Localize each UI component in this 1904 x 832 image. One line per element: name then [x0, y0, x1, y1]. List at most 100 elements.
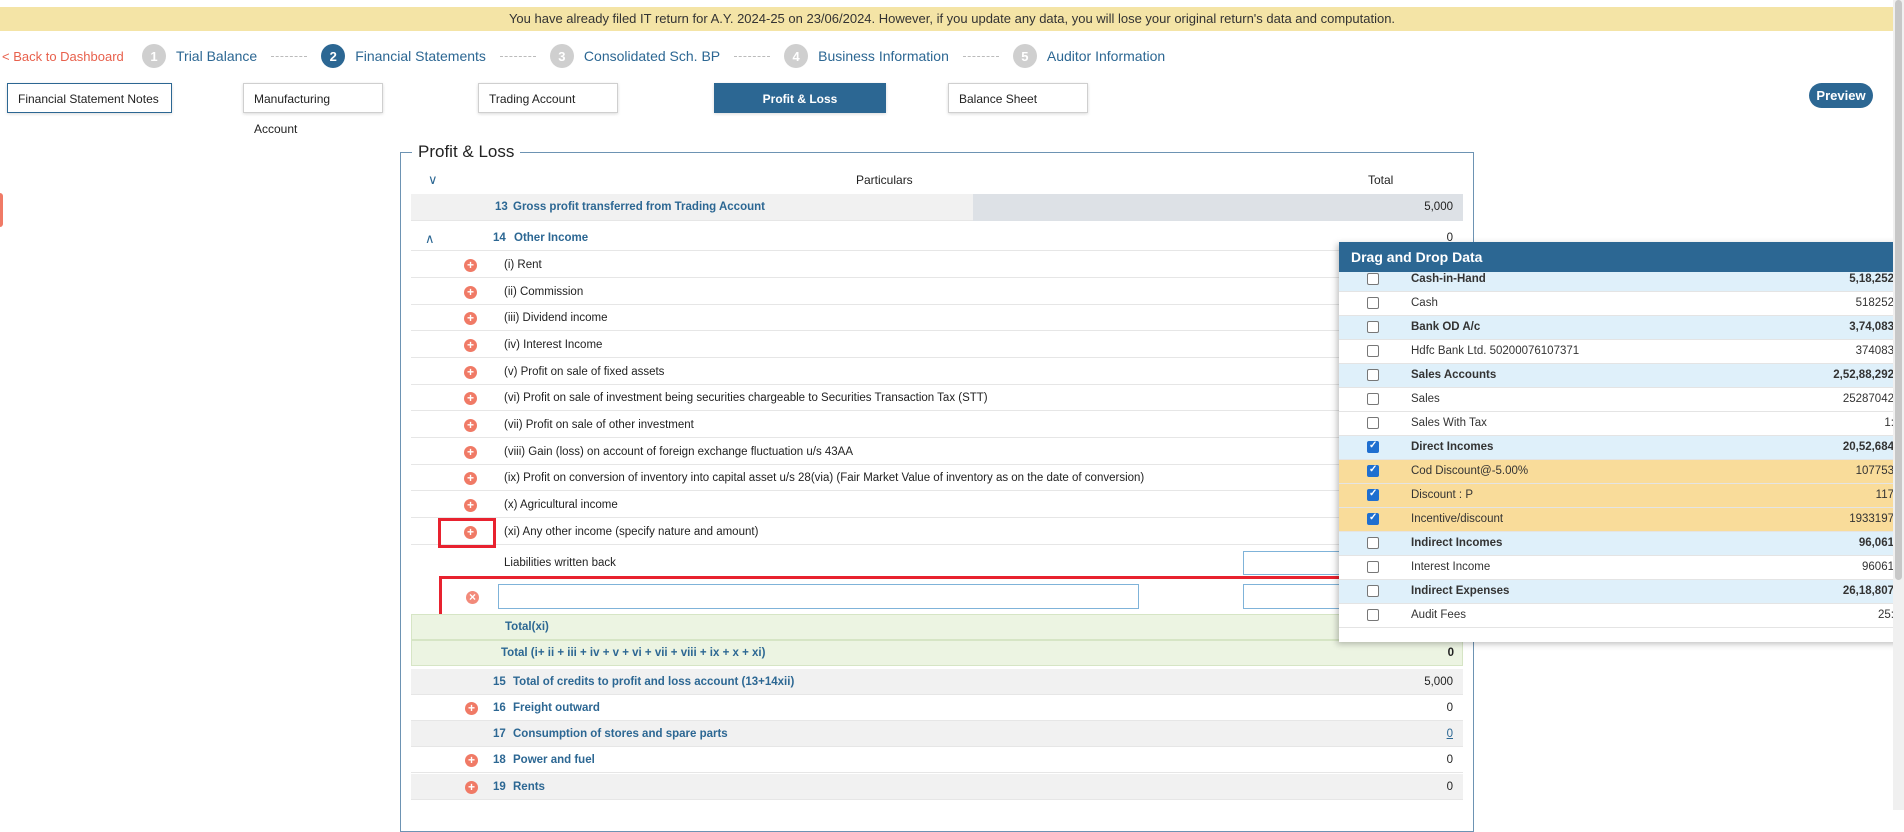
total-xi-label: Total(xi): [505, 621, 549, 633]
item-value: 25287042: [1842, 393, 1894, 405]
row-number: 16: [493, 702, 506, 714]
list-item[interactable]: Sales Accounts 2,52,88,292: [1339, 364, 1904, 388]
item-label: Audit Fees: [1411, 609, 1466, 621]
preview-button[interactable]: Preview: [1809, 83, 1873, 108]
item-value: 25:: [1878, 609, 1894, 621]
add-icon[interactable]: +: [464, 339, 477, 352]
tab-balance-sheet[interactable]: Balance Sheet: [948, 83, 1088, 113]
list-item[interactable]: Indirect Incomes 96,061: [1339, 532, 1904, 556]
add-icon[interactable]: +: [465, 754, 478, 767]
add-icon[interactable]: +: [464, 499, 477, 512]
drag-drop-panel[interactable]: Drag and Drop Data Cash-in-Hand 5,18,252 …: [1339, 242, 1904, 642]
list-item[interactable]: Indirect Expenses 26,18,807: [1339, 580, 1904, 604]
list-item[interactable]: Audit Fees 25:: [1339, 604, 1904, 628]
row-checkbox[interactable]: [1367, 417, 1379, 429]
item-label: (ix) Profit on conversion of inventory i…: [504, 472, 1145, 484]
row-17: 17 Consumption of stores and spare parts…: [411, 721, 1463, 747]
add-icon[interactable]: +: [465, 702, 478, 715]
list-item[interactable]: Cash 518252: [1339, 292, 1904, 316]
item-label: (iv) Interest Income: [504, 339, 603, 351]
row-checkbox[interactable]: [1367, 440, 1379, 453]
step-financial-statements[interactable]: 2 Financial Statements: [321, 44, 486, 68]
list-item[interactable]: Hdfc Bank Ltd. 50200076107371 374083: [1339, 340, 1904, 364]
row-16: + 16 Freight outward 0: [411, 695, 1463, 721]
row-13: 13 Gross profit transferred from Trading…: [411, 194, 1463, 221]
item-label: (ii) Commission: [504, 286, 584, 298]
row-checkbox[interactable]: [1367, 345, 1379, 357]
row-label: Total of credits to profit and loss acco…: [513, 676, 795, 688]
row-checkbox[interactable]: [1367, 537, 1379, 549]
list-item[interactable]: Direct Incomes 20,52,684: [1339, 436, 1904, 460]
item-label: Hdfc Bank Ltd. 50200076107371: [1411, 345, 1580, 357]
row-checkbox[interactable]: [1367, 512, 1379, 525]
step-trial-balance[interactable]: 1 Trial Balance: [142, 44, 257, 68]
item-value: 518252: [1855, 297, 1894, 309]
item-value: 1:: [1884, 417, 1894, 429]
tab-profit-and-loss[interactable]: Profit & Loss: [714, 83, 886, 113]
page-scrollbar-thumb[interactable]: [1895, 0, 1902, 580]
row-number: 13: [495, 201, 508, 213]
list-item: + (ii) Commission: [411, 279, 1463, 305]
list-item[interactable]: Incentive/discount 1933197: [1339, 508, 1904, 532]
add-icon[interactable]: +: [464, 419, 477, 432]
step-divider: [271, 55, 308, 57]
total-all-value: 0: [1447, 647, 1454, 659]
add-icon[interactable]: +: [465, 781, 478, 794]
list-item[interactable]: Sales With Tax 1:: [1339, 412, 1904, 436]
add-icon[interactable]: +: [464, 312, 477, 325]
back-to-dashboard-link[interactable]: < Back to Dashboard: [2, 49, 124, 64]
chevron-up-icon[interactable]: ∧: [425, 231, 435, 247]
row-checkbox[interactable]: [1367, 585, 1379, 597]
item-label: Incentive/discount: [1411, 513, 1504, 525]
list-item[interactable]: Sales 25287042: [1339, 388, 1904, 412]
step-divider: [499, 55, 536, 57]
add-icon[interactable]: +: [464, 366, 477, 379]
add-icon[interactable]: +: [464, 446, 477, 459]
row-checkbox[interactable]: [1367, 464, 1379, 477]
list-item[interactable]: Bank OD A/c 3,74,083: [1339, 316, 1904, 340]
panel-list[interactable]: Cash-in-Hand 5,18,252 Cash 518252 Bank OD …: [1339, 272, 1904, 632]
row-checkbox[interactable]: [1367, 561, 1379, 573]
add-icon[interactable]: +: [464, 392, 477, 405]
list-item[interactable]: Cod Discount@-5.00% 107753: [1339, 460, 1904, 484]
tab-manufacturing-account[interactable]: Manufacturing Account: [243, 83, 383, 136]
tab-financial-statement-notes[interactable]: Financial Statement Notes: [7, 83, 172, 113]
total-xi-row: Total(xi): [411, 614, 1463, 640]
panel-title[interactable]: Drag and Drop Data: [1339, 242, 1904, 272]
step-auditor-information[interactable]: 5 Auditor Information: [1012, 44, 1166, 68]
list-item[interactable]: Cash-in-Hand 5,18,252: [1339, 272, 1904, 292]
list-item[interactable]: Interest Income 96061: [1339, 556, 1904, 580]
tab-trading-account[interactable]: Trading Account: [478, 83, 618, 113]
add-icon[interactable]: +: [464, 472, 477, 485]
step-business-information[interactable]: 4 Business Information: [784, 44, 949, 68]
list-item[interactable]: Discount : P 117: [1339, 484, 1904, 508]
row-checkbox[interactable]: [1367, 488, 1379, 501]
row-checkbox[interactable]: [1367, 297, 1379, 309]
row-value: 0: [1446, 754, 1453, 766]
item-label: Bank OD A/c: [1411, 321, 1481, 333]
step-number: 4: [784, 44, 809, 68]
item-label: (i) Rent: [504, 259, 542, 271]
row-checkbox[interactable]: [1367, 273, 1379, 285]
list-item: + (i) Rent: [411, 252, 1463, 278]
row-checkbox[interactable]: [1367, 609, 1379, 621]
item-label: Interest Income: [1411, 561, 1491, 573]
collapse-all-icon[interactable]: ∨: [428, 172, 438, 188]
step-divider: [734, 55, 771, 57]
step-consolidated-sch-bp[interactable]: 3 Consolidated Sch. BP: [549, 44, 720, 68]
item-label: Sales Accounts: [1411, 369, 1497, 381]
step-label: Auditor Information: [1046, 48, 1166, 64]
row-value-link[interactable]: 0: [1373, 728, 1453, 740]
row-label: Freight outward: [513, 702, 600, 714]
add-icon[interactable]: +: [464, 286, 477, 299]
row-checkbox[interactable]: [1367, 321, 1379, 333]
item-label: Discount : P: [1411, 489, 1473, 501]
row-checkbox[interactable]: [1367, 393, 1379, 405]
liabilities-amount-input[interactable]: [1243, 551, 1343, 575]
side-handle[interactable]: [0, 193, 3, 227]
item-label: Indirect Incomes: [1411, 537, 1503, 549]
row-checkbox[interactable]: [1367, 369, 1379, 381]
list-item: + (xi) Any other income (specify nature a…: [411, 519, 1463, 545]
item-value: 374083: [1855, 345, 1894, 357]
add-icon[interactable]: +: [464, 259, 477, 272]
